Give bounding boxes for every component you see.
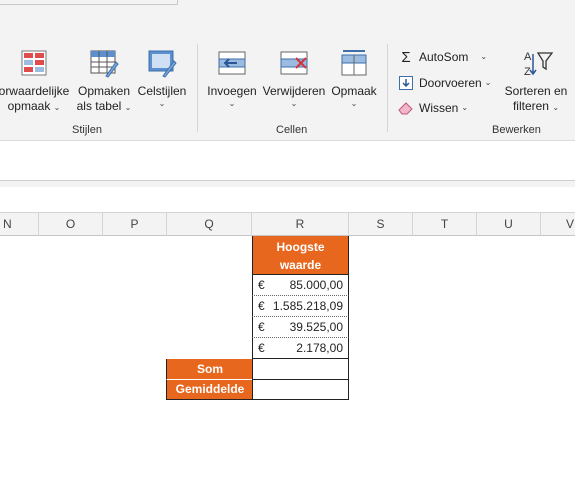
formula-bar-area xyxy=(0,141,575,187)
spacer xyxy=(0,187,575,211)
cell-styles-button[interactable]: Celstijlen ⌄ xyxy=(136,48,188,109)
autosum-button[interactable]: Σ AutoSom ⌄ xyxy=(398,48,488,66)
column-header-o[interactable]: O xyxy=(39,213,103,236)
chevron-down-icon: ⌄ xyxy=(461,103,469,112)
chevron-down-icon: ⌄ xyxy=(350,99,358,108)
clear-label: Wissen xyxy=(419,101,459,115)
currency-symbol: € xyxy=(258,320,265,334)
sort-filter-label-1: Sorteren en xyxy=(504,84,568,98)
table-row[interactable]: € 85.000,00 xyxy=(252,275,349,296)
group-label-stijlen: Stijlen xyxy=(72,124,102,136)
insert-cells-label: Invoegen xyxy=(207,84,257,98)
column-header-t[interactable]: T xyxy=(413,213,477,236)
table-header-line1: Hoogste xyxy=(276,240,325,254)
column-header-n[interactable]: N xyxy=(0,213,39,236)
column-header-u[interactable]: U xyxy=(477,213,541,236)
delete-cells-label: Verwijderen xyxy=(262,84,326,98)
svg-text:Z: Z xyxy=(524,66,531,78)
svg-text:A: A xyxy=(524,51,532,63)
cell-styles-icon xyxy=(147,48,177,78)
conditional-formatting-label-1: orwaardelijke xyxy=(0,84,70,98)
group-separator xyxy=(387,44,388,132)
delete-cells-button[interactable]: Verwijderen ⌄ xyxy=(262,48,326,109)
group-separator xyxy=(197,44,198,132)
table-row[interactable]: € 2.178,00 xyxy=(252,338,349,359)
average-value-cell[interactable] xyxy=(252,380,349,400)
fill-label: Doorvoeren xyxy=(419,76,482,90)
sum-value-cell[interactable] xyxy=(252,359,349,380)
sigma-icon: Σ xyxy=(401,48,411,66)
fill-button[interactable]: Doorvoeren ⌄ xyxy=(398,75,491,91)
currency-symbol: € xyxy=(258,299,265,313)
table-header-cell[interactable]: Hoogste waarde xyxy=(252,236,349,275)
chevron-down-icon: ⌄ xyxy=(290,99,298,108)
column-headers: N O P Q R S T U V xyxy=(0,212,575,236)
insert-cells-icon xyxy=(217,48,247,78)
format-cells-icon xyxy=(339,48,369,78)
fill-down-icon xyxy=(398,75,414,91)
format-as-table-label-2: als tabel xyxy=(76,99,122,113)
value-cell: 1.585.218,09 xyxy=(272,299,343,313)
group-label-cellen: Cellen xyxy=(276,124,308,136)
ribbon: orwaardelijke opmaak ⌄ Opmaken als tabel… xyxy=(0,38,575,141)
cell-styles-label: Celstijlen xyxy=(137,84,187,98)
eraser-icon xyxy=(398,100,414,116)
average-label-cell[interactable]: Gemiddelde xyxy=(166,380,253,400)
currency-symbol: € xyxy=(258,278,265,292)
chevron-down-icon: ⌄ xyxy=(158,99,166,108)
table-row[interactable]: € 39.525,00 xyxy=(252,317,349,338)
conditional-formatting-icon xyxy=(19,48,49,78)
sum-label-cell[interactable]: Som xyxy=(166,359,253,380)
column-header-r[interactable]: R xyxy=(252,213,349,236)
delete-cells-icon xyxy=(279,48,309,78)
value-cell: 2.178,00 xyxy=(296,341,343,355)
insert-cells-button[interactable]: Invoegen ⌄ xyxy=(204,48,260,109)
table-header-line2: waarde xyxy=(279,258,322,272)
chevron-down-icon: ⌄ xyxy=(228,99,236,108)
conditional-formatting-button[interactable]: orwaardelijke opmaak ⌄ xyxy=(0,48,72,114)
tab-edge xyxy=(0,0,178,5)
sort-filter-icon: A Z xyxy=(521,48,554,78)
table-row[interactable]: € 1.585.218,09 xyxy=(252,296,349,317)
format-cells-label: Opmaak xyxy=(331,84,377,98)
column-header-v[interactable]: V xyxy=(541,213,575,236)
chevron-down-icon: ⌄ xyxy=(552,103,560,112)
worksheet-grid: Hoogste waarde € 85.000,00 € 1.585.218,0… xyxy=(0,236,575,502)
column-header-q[interactable]: Q xyxy=(167,213,252,236)
chevron-down-icon: ⌄ xyxy=(480,52,488,61)
format-cells-button[interactable]: Opmaak ⌄ xyxy=(330,48,378,109)
sort-filter-label-2: filteren xyxy=(512,99,549,113)
autosum-label: AutoSom xyxy=(419,50,469,64)
group-label-bewerken: Bewerken xyxy=(492,124,541,136)
formula-bar[interactable] xyxy=(0,141,575,181)
value-cell: 85.000,00 xyxy=(289,278,343,292)
format-as-table-icon xyxy=(89,48,119,78)
clear-button[interactable]: Wissen ⌄ xyxy=(398,100,468,116)
format-as-table-label-1: Opmaken xyxy=(77,84,131,98)
column-header-p[interactable]: P xyxy=(103,213,167,236)
sort-filter-button[interactable]: A Z Sorteren en filteren ⌄ xyxy=(502,48,570,114)
chevron-down-icon: ⌄ xyxy=(484,78,492,87)
chevron-down-icon: ⌄ xyxy=(124,103,132,112)
column-header-s[interactable]: S xyxy=(349,213,413,236)
format-as-table-button[interactable]: Opmaken als tabel ⌄ xyxy=(74,48,134,114)
value-cell: 39.525,00 xyxy=(289,320,343,334)
currency-symbol: € xyxy=(258,341,265,355)
conditional-formatting-label-2: opmaak xyxy=(7,99,51,113)
chevron-down-icon: ⌄ xyxy=(53,103,61,112)
tab-strip xyxy=(0,0,575,38)
